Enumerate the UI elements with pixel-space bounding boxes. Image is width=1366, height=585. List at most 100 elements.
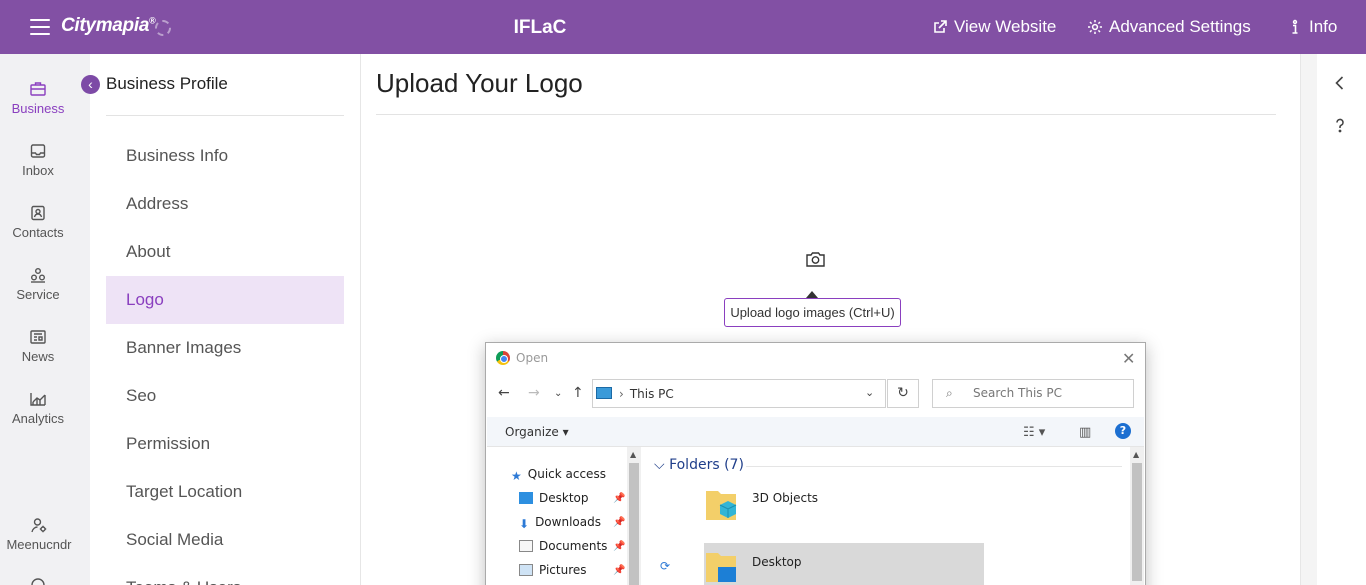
- page-title: Upload Your Logo: [376, 68, 583, 98]
- document-icon: [519, 540, 533, 552]
- rail-item-business[interactable]: Business: [0, 80, 76, 116]
- chevron-left-icon[interactable]: [1331, 74, 1349, 92]
- tree-scrollbar[interactable]: ▲: [627, 447, 641, 585]
- nav-item-teams-users[interactable]: Teams & Users: [106, 564, 344, 585]
- crumb-separator: ›: [619, 387, 624, 401]
- briefcase-icon: [30, 82, 46, 96]
- business-profile-nav: ‹ Business Profile Business Info Address…: [80, 54, 361, 585]
- dialog-toolbar: Organize ▾ ☷ ▾ ▥ ?: [487, 417, 1144, 447]
- content-scrollbar[interactable]: ▲: [1130, 447, 1144, 585]
- search-input[interactable]: Search This PC: [932, 379, 1134, 408]
- inbox-icon: [30, 144, 46, 158]
- folders-group-header[interactable]: ⌵ Folders (7): [654, 457, 744, 473]
- scroll-thumb[interactable]: [629, 463, 639, 585]
- preview-pane-icon[interactable]: ▥: [1079, 425, 1091, 440]
- nav-item-address[interactable]: Address: [106, 180, 344, 228]
- this-pc-icon: [596, 387, 612, 399]
- advanced-settings-link[interactable]: Advanced Settings: [1087, 17, 1251, 37]
- content-pane: ⌵ Folders (7) 3D Objects Desktop ⟳: [642, 447, 1130, 585]
- rail-item-service[interactable]: Service: [0, 266, 76, 302]
- tree-item-label: Pictures: [539, 563, 587, 577]
- folder-3d-objects[interactable]: 3D Objects: [704, 485, 864, 533]
- recent-locations-icon[interactable]: ⌄: [554, 388, 562, 399]
- star-icon: ★: [511, 469, 522, 483]
- folder-desktop[interactable]: Desktop: [704, 543, 984, 585]
- refresh-button[interactable]: ↻: [887, 379, 919, 408]
- back-arrow-icon[interactable]: ←: [498, 385, 510, 401]
- forward-arrow-icon[interactable]: →: [528, 385, 540, 401]
- nav-item-business-info[interactable]: Business Info: [106, 132, 344, 180]
- pin-icon[interactable]: 📌: [613, 541, 625, 552]
- download-icon: ⬇: [519, 517, 530, 531]
- help-icon[interactable]: [1331, 116, 1349, 134]
- camera-icon[interactable]: [805, 250, 826, 268]
- dialog-titlebar: Open ✕: [486, 343, 1145, 373]
- nav-item-social-media[interactable]: Social Media: [106, 516, 344, 564]
- upload-tooltip: Upload logo images (Ctrl+U): [724, 298, 901, 327]
- rail-item-more[interactable]: [0, 576, 76, 585]
- sync-icon: ⟳: [660, 559, 671, 573]
- tree-item-label: Documents: [539, 539, 608, 553]
- gear-icon: [1088, 20, 1102, 34]
- chevron-down-icon[interactable]: ⌄: [865, 386, 874, 399]
- right-rail: [1300, 54, 1366, 585]
- address-bar[interactable]: › This PC ⌄: [592, 379, 886, 408]
- subnav-title: Business Profile: [106, 74, 228, 93]
- rail-item-news[interactable]: News: [0, 328, 76, 364]
- tree-item-desktop[interactable]: Desktop: [519, 491, 589, 505]
- nav-item-seo[interactable]: Seo: [106, 372, 344, 420]
- scroll-up-icon[interactable]: ▲: [630, 450, 636, 459]
- pin-icon[interactable]: 📌: [613, 565, 625, 576]
- close-icon[interactable]: ✕: [1122, 349, 1135, 368]
- app-title: IFLaC: [513, 17, 567, 38]
- open-file-dialog: Open ✕ ← → ⌄ ↑ › This PC ⌄ ↻ ⌕ Search Thi…: [485, 342, 1146, 585]
- desktop-folder-icon: [706, 553, 736, 582]
- view-website-link[interactable]: View Website: [932, 17, 1056, 37]
- news-icon: [30, 330, 46, 344]
- nav-item-permission[interactable]: Permission: [106, 420, 344, 468]
- nav-item-banner-images[interactable]: Banner Images: [106, 324, 344, 372]
- info-link[interactable]: Info: [1287, 17, 1337, 37]
- organize-menu[interactable]: Organize ▾: [505, 425, 569, 439]
- icon-rail: Business Inbox Contacts Service News Ana…: [0, 54, 80, 585]
- scroll-thumb[interactable]: [1132, 463, 1142, 581]
- rail-item-inbox[interactable]: Inbox: [0, 142, 76, 178]
- tree-item-label: Downloads: [535, 515, 601, 529]
- contacts-icon: [31, 205, 45, 221]
- tree-item-label: Desktop: [539, 491, 589, 505]
- right-rail-gutter: [1301, 54, 1317, 585]
- user-settings-icon: [31, 518, 47, 533]
- rail-item-analytics[interactable]: Analytics: [0, 390, 76, 426]
- view-options-icon[interactable]: ☷ ▾: [1023, 425, 1045, 440]
- nav-item-target-location[interactable]: Target Location: [106, 468, 344, 516]
- pin-icon[interactable]: 📌: [613, 493, 625, 504]
- rail-user-profile[interactable]: Meenucndr: [0, 516, 80, 552]
- tooltip-arrow: [806, 291, 818, 298]
- tree-item-documents[interactable]: Documents: [519, 539, 607, 553]
- up-arrow-icon[interactable]: ↑: [572, 385, 584, 401]
- service-icon: [31, 268, 45, 283]
- dialog-title: Open: [516, 351, 549, 365]
- pictures-icon: [519, 564, 533, 576]
- pin-icon[interactable]: 📌: [613, 517, 625, 528]
- circle-icon: [31, 578, 45, 585]
- help-icon[interactable]: ?: [1115, 423, 1131, 439]
- chrome-icon: [496, 351, 510, 365]
- top-bar: Citymapia® IFLaC View Website Advanced S…: [0, 0, 1366, 54]
- tree-item-pictures[interactable]: Pictures: [519, 563, 587, 577]
- external-link-icon: [934, 20, 947, 33]
- tree-item-downloads[interactable]: ⬇ Downloads: [519, 515, 601, 531]
- tree-item-quick-access[interactable]: ★ Quick access: [511, 467, 606, 483]
- nav-item-logo[interactable]: Logo: [106, 276, 344, 324]
- desktop-icon: [519, 492, 533, 504]
- back-button[interactable]: ‹: [81, 75, 100, 94]
- divider: [106, 115, 344, 116]
- address-crumb: › This PC: [619, 387, 674, 401]
- analytics-icon: [30, 393, 46, 406]
- scroll-up-icon[interactable]: ▲: [1133, 450, 1139, 459]
- folders-group-label: Folders (7): [669, 457, 744, 473]
- rail-item-contacts[interactable]: Contacts: [0, 204, 76, 240]
- 3d-objects-icon: [706, 491, 737, 520]
- nav-item-about[interactable]: About: [106, 228, 344, 276]
- divider: [746, 466, 1122, 467]
